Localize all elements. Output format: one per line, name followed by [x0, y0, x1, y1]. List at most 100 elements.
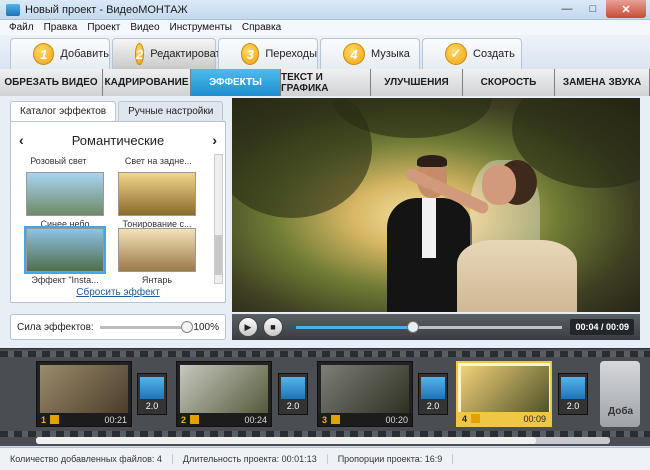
slider-knob[interactable]	[181, 320, 194, 333]
step-label: Добавить	[60, 48, 109, 60]
clip-thumbnail	[180, 365, 268, 413]
player-controls: ▶ ■ 00:04 / 00:09	[232, 314, 640, 340]
tab-trim[interactable]: ОБРЕЗАТЬ ВИДЕО	[0, 69, 103, 96]
project-ratio: Пропорции проекта: 16:9	[328, 454, 454, 464]
clip-number: 1	[41, 414, 47, 425]
effect-thumbnail	[118, 228, 196, 272]
menu-edit[interactable]: Правка	[39, 22, 83, 33]
transition-duration: 2.0	[145, 401, 159, 411]
catalog-scrollbar[interactable]	[214, 154, 223, 284]
timeline: 1 00:21 2.0 2 00:24 2.0 3 00:20 2.0 4 00:09 …	[0, 348, 650, 446]
title-bar: Новый проект - ВидеоМОНТАЖ — □ ✕	[0, 0, 650, 20]
effect-item[interactable]: Синее небо	[25, 172, 105, 229]
strength-label: Сила эффектов:	[17, 321, 94, 333]
tab-audio-replace[interactable]: ЗАМЕНА ЗВУКА	[555, 69, 650, 96]
menu-bar: Файл Правка Проект Видео Инструменты Спр…	[0, 20, 650, 35]
window-title: Новый проект - ВидеоМОНТАЖ	[25, 3, 188, 16]
step-create[interactable]: ✓ Создать	[422, 38, 522, 69]
menu-tools[interactable]: Инструменты	[165, 22, 237, 33]
scrollbar-thumb[interactable]	[215, 235, 222, 275]
menu-project[interactable]: Проект	[82, 22, 125, 33]
close-button[interactable]: ✕	[606, 0, 646, 18]
tab-effects-catalog[interactable]: Каталог эффектов	[10, 101, 117, 121]
transition-duration: 2.0	[286, 401, 300, 411]
scrollbar-thumb[interactable]	[36, 437, 536, 444]
timeline-clip[interactable]: 2 00:24	[176, 361, 272, 427]
timeline-scrollbar[interactable]	[36, 437, 610, 444]
check-icon: ✓	[445, 43, 467, 65]
effect-thumbnail	[26, 172, 104, 216]
effect-strength: Сила эффектов: 100%	[10, 314, 226, 340]
seek-knob[interactable]	[407, 320, 420, 333]
time-display: 00:04 / 00:09	[570, 319, 634, 335]
effect-item[interactable]: Тонирование с...	[117, 172, 197, 229]
transition-icon	[421, 377, 445, 399]
step-badge: 4	[343, 43, 365, 65]
transition-duration: 2.0	[426, 401, 440, 411]
tab-crop[interactable]: КАДРИРОВАНИЕ	[103, 69, 191, 96]
step-label: Создать	[473, 48, 515, 60]
effect-item[interactable]: Эффект "Insta...	[24, 226, 106, 285]
menu-video[interactable]: Видео	[125, 22, 164, 33]
clip-thumbnail	[461, 366, 549, 414]
effect-thumbnail	[118, 172, 196, 216]
reset-effect-link[interactable]: Сбросить эффект	[11, 287, 225, 298]
transition-icon	[281, 377, 305, 399]
tab-manual-settings[interactable]: Ручные настройки	[118, 101, 224, 121]
effect-icon	[471, 414, 481, 423]
step-badge: 2	[135, 43, 145, 65]
transition-icon	[561, 377, 585, 399]
step-label: Переходы	[265, 48, 317, 60]
transition-item[interactable]: 2.0	[278, 373, 308, 415]
timeline-clip-selected[interactable]: 4 00:09	[456, 361, 552, 427]
prev-category-button[interactable]: ‹	[19, 132, 24, 148]
project-duration: Длительность проекта: 00:01:13	[173, 454, 328, 464]
effect-label[interactable]: Розовый свет	[30, 156, 86, 166]
effect-label[interactable]: Свет на задне...	[125, 156, 192, 166]
seek-bar[interactable]	[296, 320, 563, 333]
add-clip-slot[interactable]: Доба	[600, 361, 640, 427]
step-label: Музыка	[371, 48, 410, 60]
step-add[interactable]: 1 Добавить	[10, 38, 110, 69]
clip-thumbnail	[40, 365, 128, 413]
menu-help[interactable]: Справка	[237, 22, 286, 33]
effect-icon	[190, 415, 200, 424]
effect-label: Эффект "Insta...	[31, 275, 99, 285]
transition-item[interactable]: 2.0	[137, 373, 167, 415]
maximize-button[interactable]: □	[580, 0, 606, 18]
tab-enhancements[interactable]: УЛУЧШЕНИЯ	[371, 69, 463, 96]
strength-value: 100%	[193, 321, 219, 333]
transition-item[interactable]: 2.0	[418, 373, 448, 415]
main-area: Каталог эффектов Ручные настройки ‹ Рома…	[0, 96, 650, 348]
clip-duration: 00:24	[244, 414, 267, 425]
strength-slider[interactable]	[99, 320, 194, 333]
step-transitions[interactable]: 3 Переходы	[218, 38, 318, 69]
next-category-button[interactable]: ›	[212, 132, 217, 148]
menu-file[interactable]: Файл	[4, 22, 39, 33]
step-badge: 3	[241, 43, 260, 65]
step-edit[interactable]: 2 Редактировать	[112, 38, 226, 69]
step-music[interactable]: 4 Музыка	[320, 38, 420, 69]
effect-item[interactable]: Янтарь	[117, 228, 197, 285]
effect-label: Янтарь	[141, 275, 173, 285]
edit-tabs: ОБРЕЗАТЬ ВИДЕО КАДРИРОВАНИЕ ЭФФЕКТЫ ТЕКС…	[0, 69, 650, 102]
tab-effects[interactable]: ЭФФЕКТЫ	[191, 69, 281, 102]
category-title: Романтические	[71, 132, 165, 148]
timeline-clip[interactable]: 1 00:21	[36, 361, 132, 427]
seek-progress	[296, 325, 414, 329]
effects-catalog: ‹ Романтические › Розовый свет Свет на з…	[10, 121, 226, 303]
clip-duration: 00:20	[385, 414, 408, 425]
minimize-button[interactable]: —	[554, 0, 580, 18]
tab-speed[interactable]: СКОРОСТЬ	[463, 69, 555, 96]
transition-icon	[140, 377, 164, 399]
clip-thumbnail	[321, 365, 409, 413]
effect-icon	[50, 415, 60, 424]
effect-icon	[331, 415, 341, 424]
stop-icon[interactable]: ■	[263, 317, 283, 337]
play-icon[interactable]: ▶	[238, 317, 258, 337]
video-preview	[232, 98, 640, 312]
transition-item[interactable]: 2.0	[558, 373, 588, 415]
clip-number: 3	[322, 414, 328, 425]
timeline-clip[interactable]: 3 00:20	[317, 361, 413, 427]
tab-text-graphics[interactable]: ТЕКСТ И ГРАФИКА	[281, 69, 371, 96]
